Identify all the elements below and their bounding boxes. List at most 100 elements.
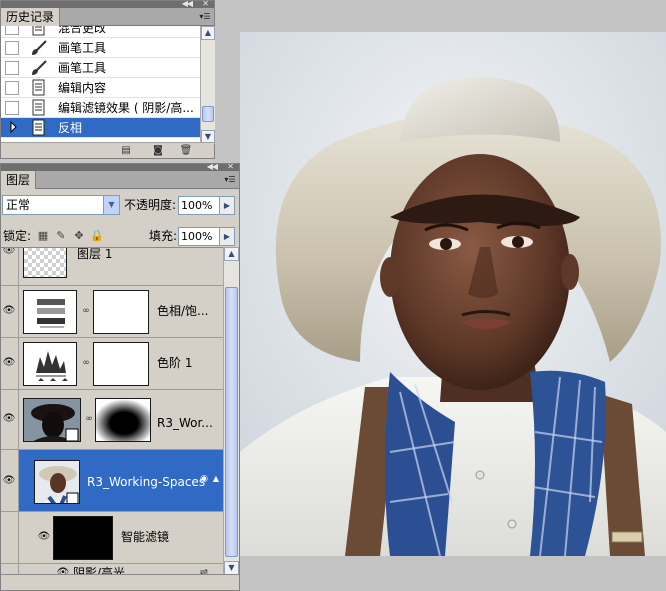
close-panel-icon[interactable]: ✕ — [227, 162, 234, 171]
document-icon — [29, 26, 49, 37]
snapshot-icon[interactable]: ◙ — [151, 144, 165, 157]
history-brush-source-checkbox[interactable] — [5, 121, 19, 135]
brush-icon — [29, 59, 49, 77]
lock-all-icon[interactable]: 🔒 — [90, 229, 104, 243]
levels-adjustment-icon — [23, 342, 77, 386]
history-footer: ▤ ◙ 🗑 — [1, 142, 214, 158]
scroll-down-icon[interactable]: ▼ — [224, 561, 239, 575]
document-icon — [29, 79, 49, 97]
opacity-slider-button[interactable]: ▶ — [219, 196, 235, 215]
fill-label: 填充: — [149, 229, 178, 243]
visibility-toggle[interactable]: 👁 — [1, 248, 19, 285]
blend-mode-select[interactable]: 正常 ▼ — [2, 195, 120, 215]
canvas-photo[interactable] — [240, 32, 666, 556]
layer-row[interactable]: 👁 ∞ R3_Wor... — [1, 390, 223, 450]
document-icon — [29, 119, 49, 137]
history-item-label: 画笔工具 — [58, 41, 107, 55]
history-brush-source-checkbox[interactable] — [5, 61, 19, 75]
layer-thumbnail — [23, 398, 81, 442]
smart-filter-mask-thumbnail — [53, 516, 113, 560]
layer-name: 色相/饱... — [157, 304, 209, 318]
layer-row[interactable]: 👁 ∞ 色相/饱... — [1, 286, 223, 338]
panel-menu-icon[interactable]: ▾☰ — [224, 174, 236, 185]
layers-footer — [1, 574, 239, 590]
scroll-thumb[interactable] — [225, 287, 238, 557]
panel-menu-icon[interactable]: ▾☰ — [199, 11, 211, 22]
layer-name: 图层 1 — [77, 247, 113, 261]
dock-strip: ◀◀ ✕ — [1, 162, 239, 171]
link-icon[interactable]: ∞ — [81, 304, 91, 318]
layers-tabbar: 图层 ▾☰ — [1, 171, 239, 189]
layers-options: 正常 ▼ 不透明度: 100% ▶ 锁定: ▦ ✎ ✥ 🔒 填充: 100% ▶ — [1, 189, 239, 249]
fill-slider-button[interactable]: ▶ — [219, 227, 235, 246]
layer-name: R3_Wor... — [157, 416, 213, 430]
layer-row-selected[interactable]: 👁 R3_Working-Spaces ◉ ▲ — [1, 450, 223, 512]
layer-mask-thumbnail — [95, 398, 151, 442]
document-icon — [29, 99, 49, 117]
collapse-effects-icon[interactable]: ▲ — [211, 472, 221, 486]
link-icon[interactable]: ∞ — [81, 356, 91, 370]
tab-history[interactable]: 历史记录 — [1, 8, 61, 26]
visibility-toggle[interactable]: 👁 — [1, 390, 19, 449]
history-item-label: 画笔工具 — [58, 61, 107, 75]
history-brush-source-checkbox[interactable] — [5, 81, 19, 95]
link-icon[interactable]: ∞ — [84, 412, 94, 426]
close-panel-icon[interactable]: ✕ — [202, 0, 209, 8]
new-document-from-state-icon[interactable]: ▤ — [119, 144, 133, 157]
history-brush-source-checkbox[interactable] — [5, 101, 19, 115]
dock-strip: ◀◀ ✕ — [1, 0, 214, 8]
eye-icon[interactable]: 👁 — [2, 476, 16, 486]
layer-row[interactable]: 👁 图层 1 — [1, 247, 223, 286]
history-item[interactable]: 编辑滤镜效果 ( 阴影/高... — [1, 98, 201, 118]
lock-label: 锁定: — [3, 229, 32, 243]
history-item[interactable]: 混合更改 — [1, 26, 201, 38]
eye-icon[interactable]: 👁 — [2, 414, 16, 424]
smart-filters-label: 智能滤镜 — [121, 530, 170, 544]
history-brush-source-checkbox[interactable] — [5, 41, 19, 55]
layer-list: 👁 图层 1 👁 ∞ 色相/饱... 👁 ∞ 色阶 1 👁 ∞ R3_Wor..… — [1, 247, 223, 575]
visibility-toggle[interactable] — [1, 512, 19, 563]
layers-scrollbar[interactable]: ▲ ▼ — [223, 247, 239, 575]
layer-thumbnail — [23, 248, 67, 278]
chevron-down-icon[interactable]: ▼ — [103, 196, 119, 214]
eye-icon[interactable]: 👁 — [37, 532, 51, 542]
eye-icon[interactable]: 👁 — [2, 358, 16, 368]
scroll-up-icon[interactable]: ▲ — [224, 247, 239, 261]
layer-name: 色阶 1 — [157, 356, 193, 370]
hue-saturation-adjustment-icon — [23, 290, 77, 334]
opacity-field[interactable]: 100% — [178, 196, 220, 215]
history-item[interactable]: 画笔工具 — [1, 38, 201, 58]
history-item-label: 编辑内容 — [58, 81, 107, 95]
collapse-panel-icon[interactable]: ◀◀ — [182, 0, 193, 8]
history-scrollbar[interactable]: ▲ ▼ — [200, 26, 215, 144]
visibility-toggle[interactable]: 👁 — [1, 338, 19, 389]
history-list: 混合更改 画笔工具 画笔工具 编辑内容 编辑滤镜效果 (阴影/高... 反相 — [1, 26, 201, 144]
history-tabbar: 历史记录 ▾☰ — [1, 8, 214, 26]
smart-filters-row[interactable]: 👁 智能滤镜 — [1, 512, 223, 564]
history-item-label: 混合更改 — [58, 26, 107, 35]
eye-icon[interactable]: 👁 — [2, 248, 16, 256]
smart-filter-indicator-icon[interactable]: ◉ — [199, 472, 209, 486]
trash-icon[interactable]: 🗑 — [179, 144, 193, 157]
lock-transparent-pixels-icon[interactable]: ▦ — [36, 229, 50, 243]
history-item[interactable]: 编辑内容 — [1, 78, 201, 98]
lock-position-icon[interactable]: ✥ — [72, 229, 86, 243]
tab-layers[interactable]: 图层 — [1, 171, 37, 189]
history-item[interactable]: 画笔工具 — [1, 58, 201, 78]
visibility-toggle[interactable]: 👁 — [1, 286, 19, 337]
layer-mask-thumbnail — [93, 290, 149, 334]
scroll-thumb[interactable] — [202, 106, 214, 122]
layers-panel: ◀◀ ✕ 图层 ▾☰ 正常 ▼ 不透明度: 100% ▶ 锁定: ▦ ✎ ✥ 🔒… — [0, 162, 240, 591]
fill-field[interactable]: 100% — [178, 227, 220, 246]
lock-image-pixels-icon[interactable]: ✎ — [54, 229, 68, 243]
visibility-toggle[interactable]: 👁 — [1, 450, 19, 511]
scroll-up-icon[interactable]: ▲ — [201, 26, 215, 40]
history-brush-source-checkbox[interactable] — [5, 26, 19, 35]
history-item-label: 编辑滤镜效果 ( 阴影/高... — [58, 101, 194, 115]
history-item-selected[interactable]: 反相 — [1, 118, 201, 138]
collapse-panel-icon[interactable]: ◀◀ — [207, 162, 218, 171]
brush-icon — [29, 39, 49, 57]
layer-mask-thumbnail — [93, 342, 149, 386]
eye-icon[interactable]: 👁 — [2, 306, 16, 316]
layer-row[interactable]: 👁 ∞ 色阶 1 — [1, 338, 223, 390]
